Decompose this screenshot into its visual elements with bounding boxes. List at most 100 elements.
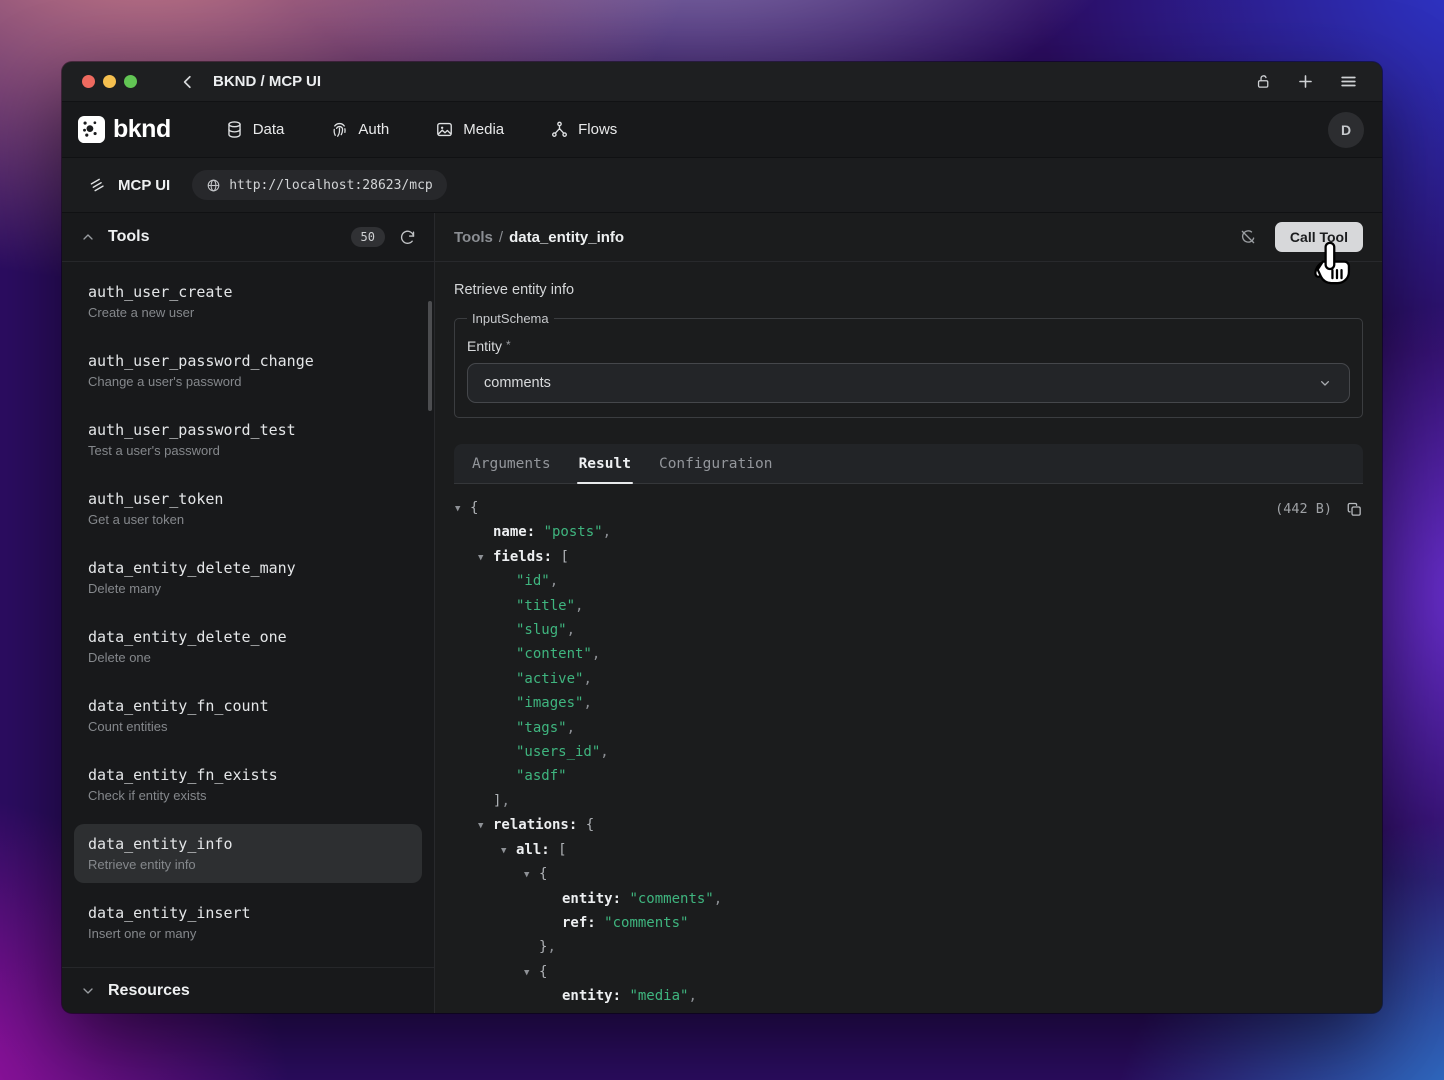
tool-detail-description: Retrieve entity info	[454, 282, 1363, 298]
refresh-tools-button[interactable]	[399, 229, 416, 246]
tool-detail-header: Tools / data_entity_info Call Tool	[435, 213, 1382, 262]
nav-item-flows[interactable]: Flows	[550, 120, 617, 139]
nav-item-data[interactable]: Data	[225, 120, 285, 139]
tool-name: data_entity_info	[88, 835, 408, 853]
tool-description: Create a new user	[88, 305, 408, 320]
collapse-caret-icon[interactable]: ▼	[478, 546, 483, 570]
refresh-icon	[399, 229, 416, 246]
database-icon	[225, 120, 244, 139]
resources-section-title: Resources	[108, 982, 190, 1000]
json-line: entity: "comments",	[454, 887, 1363, 911]
tool-name: data_entity_fn_count	[88, 697, 408, 715]
json-line: "tags",	[454, 716, 1363, 740]
nav-item-media[interactable]: Media	[435, 120, 504, 139]
json-line: ref: "comments"	[454, 911, 1363, 935]
tool-list-item[interactable]: auth_user_password_change Change a user'…	[62, 341, 434, 400]
collapse-caret-icon[interactable]: ▼	[501, 839, 506, 863]
json-line: ▼all: [	[454, 838, 1363, 862]
tool-name: auth_user_password_test	[88, 421, 408, 439]
desktop: { "titlebar": { "title": "BKND / MCP UI"…	[0, 0, 1444, 1080]
tools-count-badge: 50	[351, 227, 385, 247]
tab-result[interactable]: Result	[565, 444, 645, 483]
tool-description: Test a user's password	[88, 443, 408, 458]
zoom-window-button[interactable]	[124, 75, 137, 88]
resources-section-header[interactable]: Resources	[62, 967, 434, 1013]
json-line: "title",	[454, 594, 1363, 618]
tool-list-item[interactable]: data_entity_delete_many Delete many	[62, 548, 434, 607]
call-tool-button[interactable]: Call Tool	[1275, 222, 1363, 252]
json-line: "asdf"	[454, 764, 1363, 788]
entity-select[interactable]: comments	[467, 363, 1350, 403]
brand-wordmark: bknd	[113, 115, 171, 144]
mcp-icon	[88, 176, 106, 194]
tool-description: Delete many	[88, 581, 408, 596]
close-window-button[interactable]	[82, 75, 95, 88]
title-bar: BKND / MCP UI	[62, 62, 1382, 102]
json-line: ▼{	[454, 496, 1363, 520]
tool-name: auth_user_token	[88, 490, 408, 508]
auto-refresh-off-button[interactable]	[1239, 228, 1257, 246]
collapse-caret-icon[interactable]: ▼	[524, 961, 529, 985]
entity-select-value: comments	[484, 375, 551, 391]
json-line: "users_id",	[454, 740, 1363, 764]
tool-list-item[interactable]: data_entity_fn_count Count entities	[62, 686, 434, 745]
minimize-window-button[interactable]	[103, 75, 116, 88]
tool-list-item[interactable]: auth_user_token Get a user token	[62, 479, 434, 538]
breadcrumb-separator: /	[499, 229, 503, 246]
required-marker: *	[506, 338, 511, 352]
collapse-caret-icon[interactable]: ▼	[455, 497, 460, 521]
json-line: "images",	[454, 691, 1363, 715]
back-button[interactable]	[179, 73, 197, 91]
input-schema-legend: InputSchema	[467, 311, 554, 326]
tool-list-item[interactable]: data_entity_fn_exists Check if entity ex…	[62, 755, 434, 814]
tool-name: data_entity_fn_exists	[88, 766, 408, 784]
sidebar-scrollbar-thumb[interactable]	[428, 301, 432, 411]
app-window: BKND / MCP UI bknd	[62, 62, 1382, 1013]
user-avatar[interactable]: D	[1328, 112, 1364, 148]
json-line: "slug",	[454, 618, 1363, 642]
tools-list: auth_user_create Create a new user auth_…	[62, 262, 434, 967]
top-nav: bknd Data Auth Media Flows D	[62, 102, 1382, 158]
json-result-viewer: (442 B) ▼{name: "posts",▼fields: ["id","…	[454, 496, 1363, 1013]
new-tab-button[interactable]	[1296, 72, 1315, 91]
json-line: "content",	[454, 642, 1363, 666]
input-schema-fieldset: InputSchema Entity* comments	[454, 311, 1363, 418]
result-tabs: Arguments Result Configuration	[454, 444, 1363, 484]
brand-logo[interactable]: bknd	[78, 115, 171, 144]
bknd-logo-icon	[78, 116, 105, 143]
tool-detail-panel: Tools / data_entity_info Call Tool Retri…	[435, 213, 1382, 1013]
nav-item-auth[interactable]: Auth	[330, 120, 389, 139]
json-line: "id",	[454, 569, 1363, 593]
nav-item-label: Auth	[358, 121, 389, 138]
collapse-caret-icon[interactable]: ▼	[478, 814, 483, 838]
traffic-lights	[82, 75, 137, 88]
tool-description: Retrieve entity info	[88, 857, 408, 872]
tool-name: data_entity_delete_one	[88, 628, 408, 646]
lock-open-icon	[1255, 73, 1272, 90]
mcp-url-pill[interactable]: http://localhost:28623/mcp	[192, 170, 447, 200]
tool-list-item[interactable]: data_entity_info Retrieve entity info	[74, 824, 422, 883]
tool-description: Delete one	[88, 650, 408, 665]
tab-arguments[interactable]: Arguments	[458, 444, 565, 483]
breadcrumb-tools-link[interactable]: Tools	[454, 229, 493, 246]
tab-configuration[interactable]: Configuration	[645, 444, 787, 483]
collapse-caret-icon[interactable]: ▼	[524, 863, 529, 887]
hamburger-menu-icon	[1339, 72, 1358, 91]
tool-list-item[interactable]: data_entity_delete_one Delete one	[62, 617, 434, 676]
lock-button[interactable]	[1255, 73, 1272, 90]
entity-field-label: Entity*	[467, 338, 1350, 354]
menu-button[interactable]	[1339, 72, 1358, 91]
nav-item-label: Data	[253, 121, 285, 138]
tool-description: Get a user token	[88, 512, 408, 527]
tools-section-header: Tools 50	[62, 213, 434, 262]
tool-description: Count entities	[88, 719, 408, 734]
tool-list-item[interactable]: auth_user_create Create a new user	[62, 272, 434, 331]
window-title: BKND / MCP UI	[213, 73, 321, 90]
tool-list-item[interactable]: auth_user_password_test Test a user's pa…	[62, 410, 434, 469]
chevron-up-icon[interactable]	[80, 229, 96, 245]
tool-list-item[interactable]: data_entity_insert Insert one or many	[62, 893, 434, 952]
json-line: ▼fields: [	[454, 545, 1363, 569]
chevron-down-icon	[80, 983, 96, 999]
tool-description: Check if entity exists	[88, 788, 408, 803]
globe-icon	[206, 178, 221, 193]
